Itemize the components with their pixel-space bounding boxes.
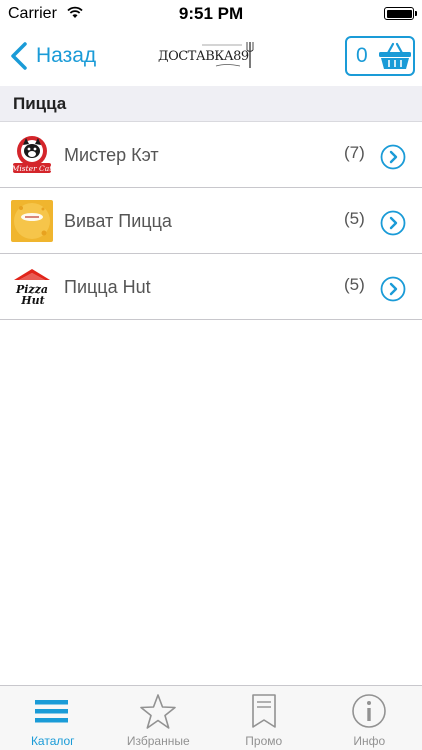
status-bar: Carrier 9:51 PM — [0, 0, 422, 28]
basket-icon — [379, 42, 411, 69]
list-item-pizza-hut[interactable]: Pizza Hut Пицца Hut (5) — [0, 254, 422, 320]
tab-label: Промо — [245, 734, 283, 748]
star-icon — [140, 694, 177, 729]
restaurant-name: Пицца Hut — [64, 277, 151, 297]
pizza-hut-logo: Pizza Hut — [14, 269, 50, 307]
list-item-mister-cat[interactable]: Mister Cat Мистер Кэт (7) — [0, 122, 422, 188]
tab-label: Избранные — [126, 734, 190, 748]
status-time: 9:51 PM — [178, 4, 244, 23]
tab-catalog[interactable]: Каталог — [0, 686, 106, 750]
back-button[interactable]: Назад — [8, 38, 96, 74]
vivat-pizza-logo — [11, 200, 53, 242]
battery-icon — [384, 7, 417, 20]
tab-bar: Каталог Избранные Промо Инфо — [0, 685, 422, 750]
cart-button[interactable]: 0 — [345, 36, 415, 76]
restaurant-count: (5) — [344, 209, 365, 228]
tab-promo[interactable]: Промо — [211, 686, 317, 750]
brand-logo: ДОСТАВКА89 — [158, 42, 254, 68]
tab-label: Каталог — [30, 734, 75, 748]
chevron-left-icon — [11, 42, 27, 70]
tab-label: Инфо — [353, 734, 386, 748]
restaurant-name: Виват Пицца — [64, 211, 172, 231]
svg-text:ДОСТАВКА89: ДОСТАВКА89 — [158, 49, 249, 64]
chevron-right-circle-icon[interactable] — [380, 210, 406, 236]
tab-favorites[interactable]: Избранные — [106, 686, 212, 750]
section-title: Пицца — [13, 94, 67, 113]
info-icon — [352, 694, 387, 728]
section-header: Пицца — [0, 86, 422, 122]
restaurant-count: (5) — [344, 275, 365, 294]
bookmark-icon — [251, 694, 276, 728]
restaurant-count: (7) — [344, 143, 365, 162]
svg-text:Hut: Hut — [20, 294, 44, 307]
chevron-right-circle-icon[interactable] — [380, 144, 406, 170]
cart-count: 0 — [356, 44, 368, 67]
restaurant-list: Mister Cat Мистер Кэт (7) Виват Пицца (5… — [0, 122, 422, 320]
mister-cat-logo: Mister Cat — [11, 136, 53, 173]
chevron-right-circle-icon[interactable] — [380, 276, 406, 302]
catalog-icon — [34, 700, 68, 723]
back-label: Назад — [36, 44, 97, 67]
navigation-bar: Назад ДОСТАВКА89 0 — [0, 28, 422, 86]
mister-cat-logo-text: Mister Cat — [11, 164, 53, 173]
tab-info[interactable]: Инфо — [317, 686, 422, 750]
list-item-vivat-pizza[interactable]: Виват Пицца (5) — [0, 188, 422, 254]
restaurant-name: Мистер Кэт — [64, 145, 159, 165]
